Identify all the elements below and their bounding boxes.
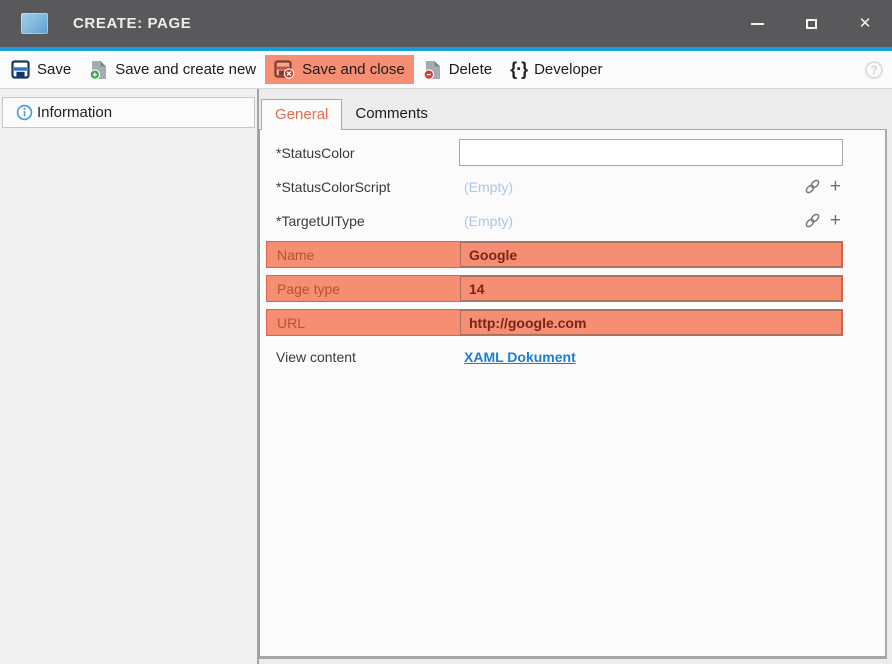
app-icon [21,13,48,34]
save-and-create-new-button[interactable]: Save and create new [80,55,265,85]
sidebar-item-label: Information [37,104,112,121]
tab-general[interactable]: General [261,99,342,130]
field-label-view-content: View content [266,349,459,365]
xaml-document-link[interactable]: XAML Dokument [459,349,576,365]
url-value: http://google.com [469,315,586,331]
help-icon[interactable]: ? [865,61,883,79]
field-label-name: Name [267,247,460,263]
field-label-statuscolorscript: *StatusColorScript [266,179,459,195]
statuscolorscript-empty-value: (Empty) [459,179,513,195]
add-record-icon[interactable]: + [830,177,841,196]
window: CREATE: PAGE ✕ Save [0,0,892,664]
minimize-button[interactable] [730,0,784,47]
page-type-value: 14 [469,281,485,297]
statuscolor-input[interactable] [459,139,843,166]
link-record-icon[interactable] [804,212,821,229]
sidebar: Information [0,89,257,664]
lookup-actions: + [804,211,843,230]
form-row-name: Name Google [266,241,843,268]
form-row-targetuitype: *TargetUIType (Empty) [266,207,843,234]
field-label-targetuitype: *TargetUIType [266,213,459,229]
window-controls: ✕ [730,0,892,47]
delete-label: Delete [449,61,492,78]
field-label-url: URL [267,315,460,331]
form-row-page-type: Page type 14 [266,275,843,302]
form-row-url: URL http://google.com [266,309,843,336]
link-record-icon[interactable] [804,178,821,195]
delete-button[interactable]: Delete [414,55,501,85]
targetuitype-lookup[interactable]: (Empty) + [459,207,843,234]
save-and-create-new-label: Save and create new [115,61,256,78]
save-button[interactable]: Save [2,55,80,84]
title-bar: CREATE: PAGE ✕ [0,0,892,47]
save-label: Save [37,61,71,78]
field-label-page-type: Page type [267,281,460,297]
close-icon: ✕ [859,16,872,31]
info-icon [16,104,33,121]
window-title: CREATE: PAGE [73,15,191,32]
tab-bar: General Comments [259,89,892,129]
maximize-icon [806,19,817,29]
save-close-floppy-icon [274,60,295,79]
maximize-button[interactable] [784,0,838,47]
form-panel: *StatusColor *StatusColorScript (Empty) [259,129,887,659]
code-braces-icon: {·} [510,59,527,80]
minimize-icon [751,23,764,25]
document-add-icon [89,60,108,80]
content-area: Information General Comments *StatusColo… [0,89,892,664]
form-row-view-content: View content XAML Dokument [266,343,843,370]
toolbar: Save Save and create new [0,51,892,89]
save-and-close-label: Save and close [302,61,405,78]
developer-button[interactable]: {·} Developer [501,54,611,85]
save-and-close-button[interactable]: Save and close [265,55,414,84]
developer-label: Developer [534,61,602,78]
close-button[interactable]: ✕ [838,0,892,47]
form-row-statuscolor: *StatusColor [266,139,843,166]
statuscolorscript-lookup[interactable]: (Empty) + [459,173,843,200]
document-remove-icon [423,60,442,80]
page-type-input[interactable]: 14 [460,276,842,301]
tab-comments[interactable]: Comments [342,99,441,130]
sidebar-item-information[interactable]: Information [2,97,255,128]
main-area: General Comments *StatusColor *StatusCol… [257,89,892,664]
form-row-statuscolorscript: *StatusColorScript (Empty) [266,173,843,200]
url-input[interactable]: http://google.com [460,310,842,335]
field-label-statuscolor: *StatusColor [266,145,459,161]
targetuitype-empty-value: (Empty) [459,213,513,229]
name-input[interactable]: Google [460,242,842,267]
name-value: Google [469,247,517,263]
save-floppy-icon [11,60,30,79]
lookup-actions: + [804,177,843,196]
add-record-icon[interactable]: + [830,211,841,230]
